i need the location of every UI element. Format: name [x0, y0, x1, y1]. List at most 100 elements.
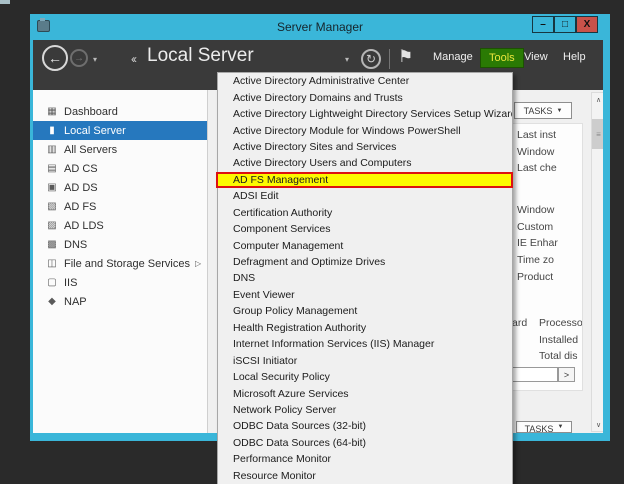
- refresh-button[interactable]: ↻: [361, 49, 381, 69]
- sidebar-item-iis[interactable]: ▢ IIS: [33, 273, 207, 292]
- property-label: Window: [517, 146, 554, 158]
- scroll-down-icon[interactable]: ∨: [592, 418, 603, 431]
- menu-item[interactable]: Network Policy Server: [218, 402, 512, 418]
- breadcrumb-caret-icon[interactable]: ▾: [345, 55, 349, 64]
- local-server-icon: ▮: [45, 125, 59, 136]
- menu-item[interactable]: Performance Monitor: [218, 451, 512, 467]
- tools-dropdown-menu: Active Directory Administrative Center A…: [217, 72, 513, 484]
- menu-help[interactable]: Help: [563, 51, 586, 63]
- menu-item[interactable]: Defragment and Optimize Drives: [218, 254, 512, 270]
- tasks-button-top[interactable]: TASKS ▼: [514, 102, 572, 119]
- tasks-caret-icon: ▼: [557, 424, 563, 430]
- desktop: Server Manager – □ X ← → ▾ ‹‹ Local Serv…: [0, 0, 624, 484]
- navbar-divider: [389, 49, 390, 69]
- sidebar-item-nap[interactable]: ◆ NAP: [33, 292, 207, 311]
- back-arrow-icon: ←: [48, 50, 62, 66]
- property-label: Last inst: [517, 129, 556, 141]
- menu-item[interactable]: ODBC Data Sources (32-bit): [218, 418, 512, 434]
- menu-item[interactable]: Local Security Policy: [218, 369, 512, 385]
- ad-lds-icon: ▨: [45, 220, 59, 231]
- all-servers-icon: ▥: [45, 144, 59, 155]
- property-label: Custom: [517, 221, 553, 233]
- menu-item[interactable]: Active Directory Users and Computers: [218, 155, 512, 171]
- forward-arrow-icon: →: [74, 53, 84, 64]
- menu-item[interactable]: DNS: [218, 270, 512, 286]
- scroll-up-icon[interactable]: ∧: [592, 93, 603, 106]
- refresh-icon: ↻: [366, 52, 376, 66]
- file-storage-icon: ◫: [45, 258, 59, 269]
- minimize-button[interactable]: –: [532, 16, 554, 33]
- filter-input[interactable]: [512, 367, 558, 382]
- property-label: Last che: [517, 162, 557, 174]
- menu-item[interactable]: ADSI Edit: [218, 188, 512, 204]
- menu-item[interactable]: Microsoft Azure Services: [218, 385, 512, 401]
- sidebar-item-label: Local Server: [64, 125, 126, 137]
- sidebar-item-dashboard[interactable]: ▦ Dashboard: [33, 102, 207, 121]
- sidebar-item-label: AD LDS: [64, 220, 104, 232]
- menu-item[interactable]: Event Viewer: [218, 287, 512, 303]
- sidebar-item-label: Dashboard: [64, 106, 118, 118]
- sidebar-item-ad-cs[interactable]: ▤ AD CS: [33, 159, 207, 178]
- sidebar-item-ad-fs[interactable]: ▧ AD FS: [33, 197, 207, 216]
- menu-item[interactable]: Active Directory Administrative Center: [218, 73, 512, 89]
- menu-item[interactable]: Certification Authority: [218, 205, 512, 221]
- property-label: IE Enhar: [517, 237, 558, 249]
- menu-item[interactable]: Active Directory Sites and Services: [218, 139, 512, 155]
- iis-icon: ▢: [45, 277, 59, 288]
- menu-item[interactable]: Active Directory Module for Windows Powe…: [218, 122, 512, 138]
- dns-icon: ▩: [45, 239, 59, 250]
- dashboard-icon: ▦: [45, 106, 59, 117]
- sidebar-item-label: All Servers: [64, 144, 117, 156]
- sidebar-item-dns[interactable]: ▩ DNS: [33, 235, 207, 254]
- nap-icon: ◆: [45, 296, 59, 307]
- title-bar[interactable]: Server Manager – □ X: [30, 14, 610, 40]
- menu-view[interactable]: View: [524, 51, 548, 63]
- sidebar-item-all-servers[interactable]: ▥ All Servers: [33, 140, 207, 159]
- breadcrumb[interactable]: Local Server: [147, 45, 254, 67]
- maximize-button[interactable]: □: [554, 16, 576, 33]
- menu-item[interactable]: Computer Management: [218, 237, 512, 253]
- menu-item[interactable]: Resource Monitor: [218, 468, 512, 484]
- ad-fs-icon: ▧: [45, 201, 59, 212]
- property-label: Installed: [539, 334, 578, 346]
- menu-item[interactable]: Active Directory Domains and Trusts: [218, 89, 512, 105]
- sidebar-item-local-server[interactable]: ▮ Local Server: [33, 121, 207, 140]
- menu-item-ad-fs-management[interactable]: AD FS Management: [216, 172, 513, 188]
- property-label: Window: [517, 204, 554, 216]
- close-button[interactable]: X: [576, 16, 598, 33]
- ad-ds-icon: ▣: [45, 182, 59, 193]
- sidebar-item-ad-ds[interactable]: ▣ AD DS: [33, 178, 207, 197]
- scrollbar-thumb[interactable]: ≡: [592, 119, 603, 149]
- back-button[interactable]: ←: [42, 45, 68, 71]
- menu-item[interactable]: ODBC Data Sources (64-bit): [218, 435, 512, 451]
- go-button[interactable]: >: [558, 367, 575, 382]
- menu-item[interactable]: Active Directory Lightweight Directory S…: [218, 106, 512, 122]
- notifications-flag-icon[interactable]: ⚑: [398, 47, 413, 67]
- vertical-scrollbar[interactable]: ∧ ≡ ∨: [591, 92, 603, 432]
- menu-item[interactable]: iSCSI Initiator: [218, 352, 512, 368]
- nav-history-caret-icon[interactable]: ▾: [93, 55, 97, 64]
- tasks-caret-icon: ▼: [556, 108, 562, 114]
- menu-tools[interactable]: Tools: [480, 48, 524, 68]
- menu-item[interactable]: Component Services: [218, 221, 512, 237]
- sidebar-item-label: AD FS: [64, 201, 96, 213]
- flag-glyph: ⚑: [398, 47, 413, 66]
- tasks-button-bottom[interactable]: TASKS ▼: [516, 421, 572, 433]
- breadcrumb-chevrons-icon: ‹‹: [131, 52, 135, 66]
- expand-arrow-icon[interactable]: ▷: [195, 259, 201, 268]
- desktop-artifact: [0, 0, 10, 4]
- sidebar-item-file-and-storage-services[interactable]: ◫ File and Storage Services ▷: [33, 254, 207, 273]
- sidebar-item-label: IIS: [64, 277, 77, 289]
- property-label: Processo: [539, 317, 583, 329]
- sidebar-item-label: AD CS: [64, 163, 98, 175]
- menu-manage[interactable]: Manage: [433, 51, 473, 63]
- menu-item[interactable]: Group Policy Management: [218, 303, 512, 319]
- forward-button[interactable]: →: [70, 49, 88, 67]
- window-title: Server Manager: [30, 20, 610, 34]
- sidebar-item-ad-lds[interactable]: ▨ AD LDS: [33, 216, 207, 235]
- menu-item[interactable]: Internet Information Services (IIS) Mana…: [218, 336, 512, 352]
- property-label: ard: [512, 317, 527, 329]
- tasks-label: TASKS: [524, 106, 553, 116]
- window-controls: – □ X: [532, 16, 598, 33]
- menu-item[interactable]: Health Registration Authority: [218, 320, 512, 336]
